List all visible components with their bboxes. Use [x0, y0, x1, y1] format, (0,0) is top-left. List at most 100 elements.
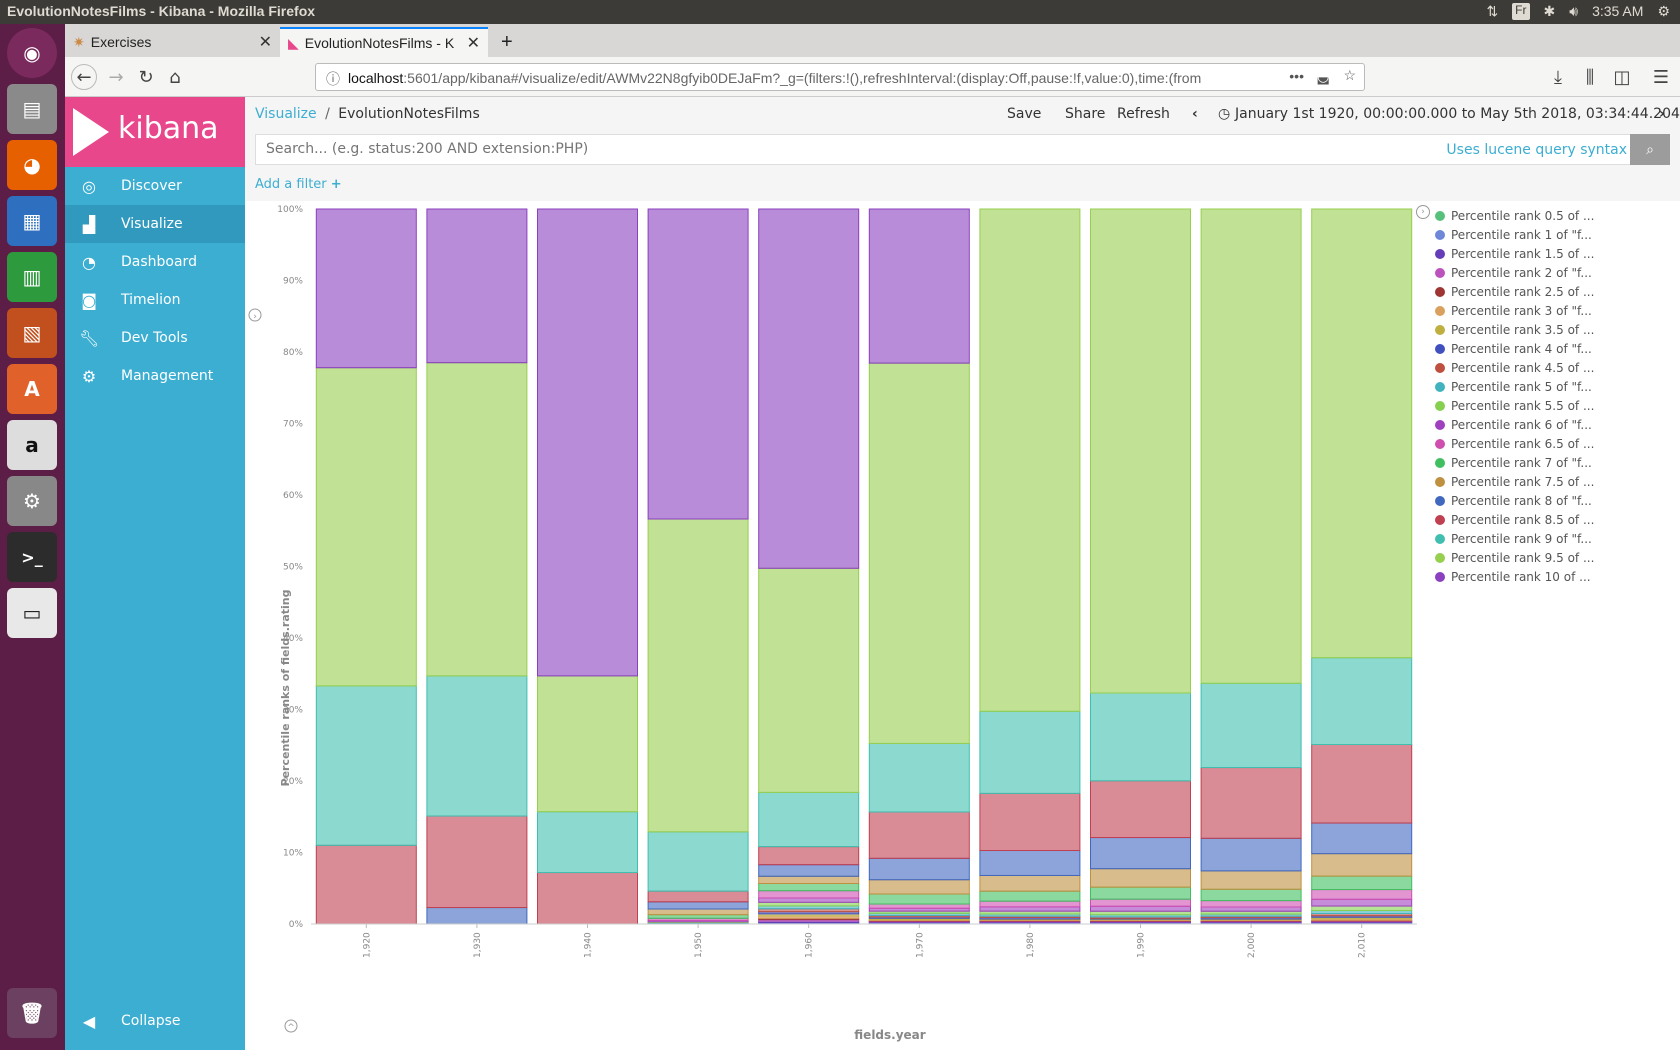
- bar-segment[interactable]: [758, 875, 860, 885]
- system-settings-icon[interactable]: ⚙: [7, 476, 57, 526]
- home-icon[interactable]: ⌂: [162, 64, 188, 90]
- close-tab-icon[interactable]: ✕: [259, 32, 272, 52]
- bar-segment[interactable]: [979, 874, 1081, 892]
- bar-segment[interactable]: [1090, 905, 1191, 912]
- bar-segment[interactable]: [315, 367, 417, 687]
- site-info-icon[interactable]: ⓘ: [326, 69, 340, 89]
- bar-segment[interactable]: [647, 908, 749, 916]
- legend-item[interactable]: Percentile rank 6.5 of ...: [1435, 435, 1594, 453]
- bar-segment[interactable]: [1090, 208, 1191, 694]
- power-icon[interactable]: ⚙: [1657, 3, 1670, 20]
- time-back-icon[interactable]: ‹: [1192, 106, 1198, 122]
- legend-item[interactable]: Percentile rank 6 of "f...: [1435, 416, 1592, 434]
- legend-item[interactable]: Percentile rank 7.5 of ...: [1435, 473, 1594, 491]
- legend-item[interactable]: Percentile rank 5.5 of ...: [1435, 397, 1594, 415]
- bar-segment[interactable]: [1090, 910, 1191, 916]
- writer-icon[interactable]: ▦: [7, 196, 57, 246]
- collapse-options-icon[interactable]: ^: [284, 1019, 298, 1033]
- bar-segment[interactable]: [979, 900, 1081, 908]
- bar-segment[interactable]: [758, 567, 860, 793]
- legend-item[interactable]: Percentile rank 9 of "f...: [1435, 530, 1592, 548]
- bar-segment[interactable]: [426, 907, 528, 925]
- bar-segment[interactable]: [979, 906, 1081, 912]
- kibana-logo[interactable]: kibana: [65, 97, 245, 167]
- sidebar-item-management[interactable]: ⚙ Management: [65, 357, 245, 395]
- bar-segment[interactable]: [868, 893, 970, 905]
- bar-segment[interactable]: [537, 675, 638, 813]
- bar-segment[interactable]: [1311, 208, 1413, 659]
- bar-segment[interactable]: [868, 857, 970, 881]
- share-button[interactable]: Share: [1065, 106, 1105, 122]
- legend-item[interactable]: Percentile rank 2.5 of ...: [1435, 283, 1594, 301]
- legend-item[interactable]: Percentile rank 8.5 of ...: [1435, 511, 1594, 529]
- url-text[interactable]: localhost:5601/app/kibana#/visualize/edi…: [348, 70, 1278, 86]
- close-tab-icon[interactable]: ✕: [467, 33, 480, 53]
- clock[interactable]: 3:35 AM: [1592, 3, 1643, 20]
- legend-item[interactable]: Percentile rank 1.5 of ...: [1435, 245, 1594, 263]
- bar-segment[interactable]: [979, 710, 1081, 794]
- legend-item[interactable]: Percentile rank 0.5 of ...: [1435, 207, 1594, 225]
- bar-segment[interactable]: [647, 901, 749, 910]
- legend-item[interactable]: Percentile rank 4.5 of ...: [1435, 359, 1594, 377]
- legend-item[interactable]: Percentile rank 3.5 of ...: [1435, 321, 1594, 339]
- bar-segment[interactable]: [1311, 744, 1413, 824]
- bar-segment[interactable]: [1200, 837, 1302, 872]
- legend-item[interactable]: Percentile rank 10 of ...: [1435, 568, 1591, 586]
- keyboard-layout-indicator[interactable]: Fr: [1512, 3, 1530, 20]
- bookmark-star-icon[interactable]: ☆: [1343, 67, 1356, 84]
- bar-segment[interactable]: [758, 901, 860, 907]
- volume-icon[interactable]: 🔊︎: [1569, 3, 1578, 20]
- bar-segment[interactable]: [868, 879, 970, 895]
- sidebar-item-dev-tools[interactable]: 🔧︎ Dev Tools: [65, 319, 245, 357]
- page-actions-icon[interactable]: •••: [1289, 68, 1304, 84]
- refresh-button[interactable]: Refresh: [1117, 106, 1170, 122]
- bar-segment[interactable]: [537, 208, 638, 677]
- time-range-picker[interactable]: January 1st 1920, 00:00:00.000 to May 5t…: [1235, 106, 1680, 122]
- bar-segment[interactable]: [1090, 886, 1191, 900]
- bar-segment[interactable]: [1090, 692, 1191, 782]
- legend-item[interactable]: Percentile rank 9.5 of ...: [1435, 549, 1594, 567]
- bar-segment[interactable]: [647, 831, 749, 892]
- back-icon[interactable]: ←: [71, 64, 97, 90]
- time-forward-icon[interactable]: ›: [1659, 106, 1665, 122]
- sidebar-item-timelion[interactable]: ◙ Timelion: [65, 281, 245, 319]
- forward-icon[interactable]: →: [103, 64, 129, 90]
- calc-icon[interactable]: ▥: [7, 252, 57, 302]
- url-bar[interactable]: ⓘ localhost:5601/app/kibana#/visualize/e…: [315, 63, 1365, 91]
- bar-segment[interactable]: [979, 890, 1081, 902]
- sidebar-item-discover[interactable]: ◎ Discover: [65, 167, 245, 205]
- legend-item[interactable]: Percentile rank 4 of "f...: [1435, 340, 1592, 358]
- bar-segment[interactable]: [426, 208, 528, 364]
- firefox-icon[interactable]: ◕: [7, 140, 57, 190]
- bar-segment[interactable]: [1311, 905, 1413, 912]
- bar-segment[interactable]: [758, 791, 860, 848]
- file-manager-icon[interactable]: ▤: [7, 84, 57, 134]
- add-filter-button[interactable]: Add a filter +: [255, 177, 342, 192]
- bar-segment[interactable]: [647, 208, 749, 520]
- bar-segment[interactable]: [979, 850, 1081, 876]
- bar-segment[interactable]: [647, 890, 749, 903]
- bar-segment[interactable]: [1311, 889, 1413, 900]
- bar-segment[interactable]: [979, 208, 1081, 712]
- bar-segment[interactable]: [1311, 822, 1413, 855]
- downloads-icon[interactable]: ⤓: [1545, 64, 1571, 90]
- bar-segment[interactable]: [1200, 208, 1302, 684]
- amazon-icon[interactable]: a: [7, 420, 57, 470]
- bar-segment[interactable]: [758, 883, 860, 892]
- bar-segment[interactable]: [1311, 853, 1413, 877]
- legend-item[interactable]: Percentile rank 3 of "f...: [1435, 302, 1592, 320]
- tab-evolutionnotesfilms[interactable]: ◣ EvolutionNotesFilms - K ✕: [280, 27, 488, 57]
- bar-segment[interactable]: [1090, 898, 1191, 907]
- bar-segment[interactable]: [537, 811, 638, 874]
- bar-segment[interactable]: [315, 844, 417, 925]
- bar-segment[interactable]: [758, 846, 860, 866]
- trash-icon[interactable]: 🗑︎: [7, 988, 57, 1038]
- collapse-legend-toggle-icon[interactable]: ›: [248, 308, 262, 322]
- bar-segment[interactable]: [1311, 875, 1413, 891]
- bar-segment[interactable]: [758, 890, 860, 899]
- bar-segment[interactable]: [758, 208, 860, 569]
- sidebar-item-visualize[interactable]: ▟ Visualize: [65, 205, 245, 243]
- bar-segment[interactable]: [647, 914, 749, 919]
- bar-segment[interactable]: [868, 208, 970, 364]
- bar-segment[interactable]: [868, 811, 970, 859]
